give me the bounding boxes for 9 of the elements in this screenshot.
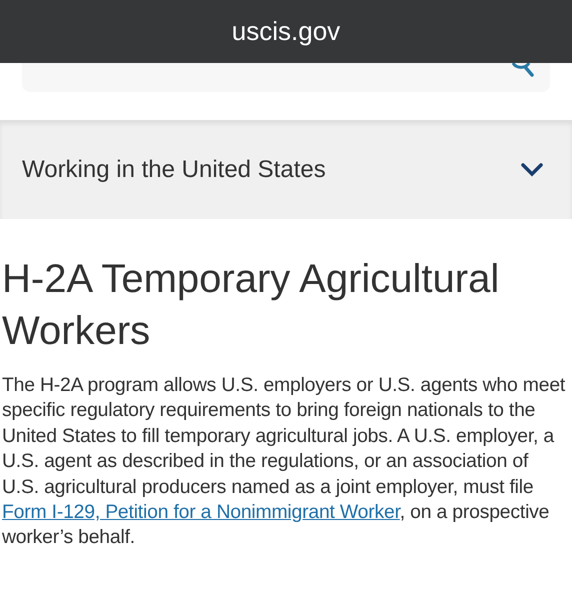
- page-heading: H-2A Temporary Agricultural Workers: [2, 256, 500, 355]
- search-icon: [512, 63, 534, 78]
- accordion-header[interactable]: Working in the United States: [0, 120, 572, 219]
- chevron-down-icon: [520, 162, 544, 178]
- accordion-label: Working in the United States: [22, 154, 326, 184]
- search-field[interactable]: [22, 63, 550, 92]
- form-link[interactable]: Form I-129, Petition for a Nonimmigrant Worker: [2, 501, 400, 524]
- intro-paragraph: The H-2A program allows U.S. employers or U.S. agents who meet specific regulatory requirements to bring foreign nationals to the United States to fill temporary agricultural jobs. A U.S. employer, a U.S. agent as described in the regulations, or an association of U.S. agricultural producers named as a joint employer, must file Form I-129, Petition for a Nonimmigrant Worker, on a prospective worker’s behalf.: [2, 373, 566, 550]
- address-bar-domain: uscis.gov: [232, 15, 340, 48]
